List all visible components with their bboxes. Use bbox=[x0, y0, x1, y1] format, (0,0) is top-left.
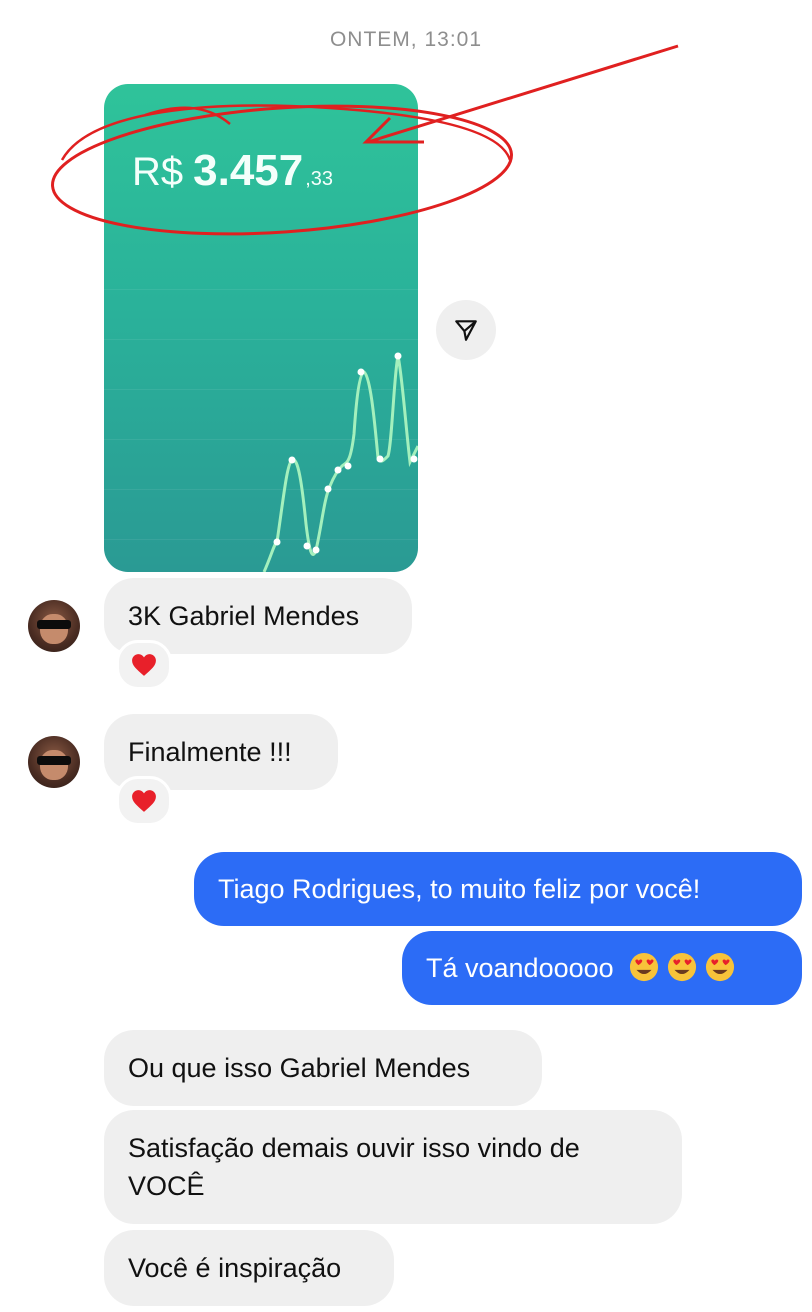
chart-point bbox=[324, 485, 332, 493]
message-text: Tiago Rodrigues, to muito feliz por você… bbox=[218, 874, 701, 904]
message-text: Ou que isso Gabriel Mendes bbox=[128, 1053, 471, 1083]
chart-point bbox=[334, 466, 342, 474]
share-button[interactable] bbox=[436, 300, 496, 360]
chart-point bbox=[288, 456, 296, 464]
balance-chart-line bbox=[262, 355, 418, 572]
message-bubble[interactable]: Satisfação demais ouvir isso vindo de VO… bbox=[104, 1110, 682, 1224]
message-bubble[interactable]: Ou que isso Gabriel Mendes bbox=[104, 1030, 542, 1106]
message-text: 3K Gabriel Mendes bbox=[128, 601, 360, 631]
message-text: Tá voandooooo bbox=[426, 953, 614, 983]
message-bubble[interactable]: Você é inspiração bbox=[104, 1230, 394, 1306]
balance-chart bbox=[262, 352, 418, 572]
heart-icon bbox=[132, 790, 156, 812]
heart-eyes-emoji bbox=[630, 952, 659, 982]
message-bubble-outgoing[interactable]: Tá voandooooo bbox=[402, 931, 802, 1005]
chart-point bbox=[394, 352, 402, 360]
message-text: Você é inspiração bbox=[128, 1253, 342, 1283]
chart-point bbox=[410, 455, 418, 463]
chart-point bbox=[357, 368, 365, 376]
heart-icon bbox=[132, 654, 156, 676]
message-text: Satisfação demais ouvir isso vindo de VO… bbox=[128, 1133, 580, 1201]
chart-point bbox=[312, 546, 320, 554]
chart-point bbox=[303, 542, 311, 550]
heart-eyes-emoji bbox=[668, 952, 697, 982]
chart-point bbox=[273, 538, 281, 546]
reaction-badge[interactable] bbox=[116, 640, 172, 690]
chart-point bbox=[344, 462, 352, 470]
avatar[interactable] bbox=[28, 600, 80, 652]
message-bubble-outgoing[interactable]: Tiago Rodrigues, to muito feliz por você… bbox=[194, 852, 802, 926]
message-text: Finalmente !!! bbox=[128, 737, 292, 767]
heart-eyes-emoji bbox=[706, 952, 735, 982]
reaction-badge[interactable] bbox=[116, 776, 172, 826]
shared-story-card[interactable]: R$ 3.457,33 bbox=[104, 84, 418, 572]
avatar[interactable] bbox=[28, 736, 80, 788]
timestamp: ONTEM, 13:01 bbox=[329, 28, 483, 51]
paper-plane-icon bbox=[455, 320, 477, 341]
chart-point bbox=[376, 455, 384, 463]
